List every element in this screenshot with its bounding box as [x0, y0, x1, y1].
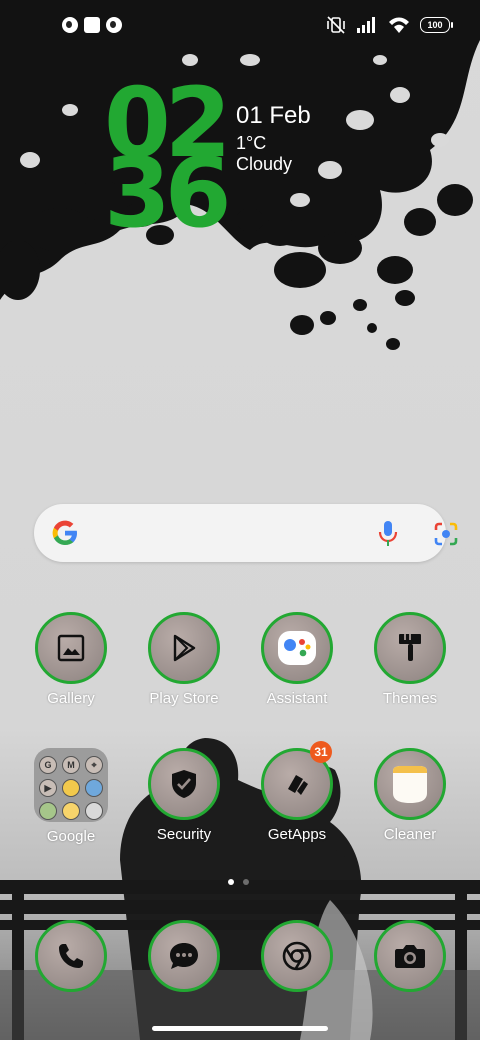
mic-icon[interactable] [376, 520, 400, 548]
cleaner-icon [393, 766, 427, 803]
app-label: Assistant [266, 690, 328, 707]
folder-icon: G M ⌖ ▶ [34, 748, 108, 822]
dock-chrome[interactable] [247, 920, 347, 992]
app-play-store[interactable]: Play Store [134, 612, 234, 707]
youtube-icon: ▶ [39, 779, 57, 797]
android-icon [39, 802, 57, 820]
dock-phone[interactable] [21, 920, 121, 992]
gmail-icon: M [62, 756, 80, 774]
google-search-bar[interactable] [34, 504, 458, 562]
system-icons: 100 [326, 15, 453, 35]
page-indicator[interactable] [228, 879, 249, 885]
clock-minutes: 36 [104, 137, 232, 249]
app-label: Security [156, 826, 212, 843]
play-store-icon [173, 634, 196, 662]
date-text: 01 Feb [236, 102, 311, 129]
app-label: Play Store [149, 690, 219, 707]
app-assistant[interactable]: Assistant [247, 612, 347, 707]
chrome-icon [282, 941, 312, 971]
status-bar: 100 [0, 0, 480, 56]
page-dot [243, 879, 249, 885]
assistant-icon [278, 631, 316, 665]
app-label: Gallery [47, 690, 95, 707]
app-notification-icon [62, 17, 78, 33]
keep-icon [62, 802, 80, 820]
app-gallery[interactable]: Gallery [21, 612, 121, 707]
app-getapps[interactable]: 31 GetApps [247, 741, 347, 843]
battery-icon: 100 [420, 17, 453, 33]
app-themes[interactable]: Themes [360, 612, 460, 707]
google-icon: G [39, 756, 57, 774]
app-security[interactable]: Security [134, 748, 234, 843]
phone-icon [59, 944, 83, 968]
shield-check-icon [172, 770, 196, 798]
date-weather-widget[interactable]: 01 Feb 1°C Cloudy [236, 100, 311, 174]
app-label: Cleaner [383, 826, 437, 843]
home-gesture-bar[interactable] [152, 1026, 328, 1031]
wifi-icon [389, 17, 409, 33]
clock-widget[interactable]: 02 36 [104, 75, 234, 249]
temperature-text: 1°C [236, 133, 267, 153]
photos-icon [62, 779, 80, 797]
app-label: Themes [382, 690, 438, 707]
vibrate-off-icon [327, 16, 345, 34]
messages-icon [170, 943, 198, 969]
lens-icon[interactable] [432, 521, 460, 547]
folder-label: Google [46, 828, 96, 845]
getapps-icon [288, 775, 308, 795]
weather-text: Cloudy [236, 154, 293, 174]
app-cleaner[interactable]: Cleaner [360, 748, 460, 843]
square-notification-icon [84, 17, 100, 33]
brush-icon [399, 634, 421, 661]
app-label: GetApps [267, 826, 327, 843]
notification-badge: 31 [310, 741, 332, 763]
page-dot-active [228, 879, 234, 885]
maps-icon: ⌖ [85, 756, 103, 774]
notification-icons [62, 17, 122, 33]
camera-icon [395, 945, 425, 968]
app-notification-icon [106, 17, 122, 33]
google-g-icon [52, 520, 77, 545]
drive-icon [85, 779, 103, 797]
folder-google[interactable]: G M ⌖ ▶ Google [21, 748, 121, 845]
dock-camera[interactable] [360, 920, 460, 992]
dock-messages[interactable] [134, 920, 234, 992]
signal-icon [357, 17, 375, 33]
gallery-icon [57, 634, 85, 662]
files-icon [85, 802, 103, 820]
